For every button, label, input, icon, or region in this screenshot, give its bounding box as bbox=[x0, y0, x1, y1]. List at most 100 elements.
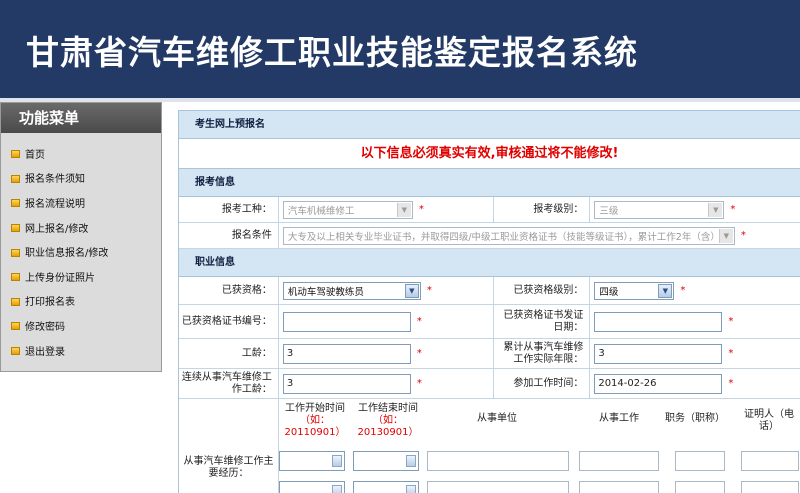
seniority-input[interactable]: 3 bbox=[282, 343, 411, 364]
start-date-input[interactable] bbox=[279, 481, 345, 493]
chevron-down-icon: ▼ bbox=[718, 228, 733, 243]
exam-info-title: 报考信息 bbox=[179, 169, 800, 197]
required-mark: * bbox=[418, 204, 424, 215]
calendar-icon[interactable] bbox=[406, 485, 416, 493]
years-field: 3 * bbox=[590, 339, 800, 368]
post-input[interactable] bbox=[675, 451, 725, 471]
level-label: 报考级别： bbox=[494, 197, 591, 222]
calendar-icon[interactable] bbox=[332, 485, 342, 493]
work-content-input[interactable] bbox=[579, 451, 659, 471]
experience-header: 工作开始时间 （如：20110901） 工作结束时间 （如：20130901） … bbox=[279, 399, 800, 447]
sidebar-item-label: 网上报名/修改 bbox=[25, 223, 89, 235]
sidebar-item-job-info[interactable]: 职业信息报名/修改 bbox=[1, 239, 161, 264]
start-date-input[interactable] bbox=[279, 451, 345, 471]
sidebar-item-print-form[interactable]: 打印报名表 bbox=[1, 289, 161, 314]
folder-icon bbox=[11, 322, 20, 331]
sidebar-item-logout[interactable]: 退出登录 bbox=[1, 338, 161, 363]
job-info-title: 职业信息 bbox=[179, 249, 800, 277]
required-mark: * bbox=[680, 285, 686, 296]
required-mark: * bbox=[740, 230, 746, 241]
col-start-hint: （如：20110901） bbox=[284, 415, 346, 438]
cert-number-input[interactable] bbox=[282, 311, 411, 332]
required-mark: * bbox=[416, 316, 422, 327]
col-work-header: 从事工作 bbox=[599, 413, 639, 424]
sidebar-item-online-signup[interactable]: 网上报名/修改 bbox=[1, 215, 161, 240]
condition-field: 大专及以上相关专业毕业证书，并取得四级/中级工职业资格证书（技能等级证书），累计… bbox=[279, 223, 800, 248]
cert-date-input[interactable] bbox=[594, 311, 723, 332]
start-work-date-input[interactable]: 2014-02-26 bbox=[594, 373, 723, 394]
condition-select[interactable]: 大专及以上相关专业毕业证书，并取得四级/中级工职业资格证书（技能等级证书），累计… bbox=[282, 226, 735, 245]
experience-section: 从事汽车维修工作主要经历： 工作开始时间 （如：20110901） 工作结束时间… bbox=[179, 399, 800, 493]
sidebar-item-upload-id-photo[interactable]: 上传身份证照片 bbox=[1, 264, 161, 289]
cert-row: 已获资格证书编号： * 已获资格证书发证日期： * bbox=[179, 305, 800, 339]
sidebar-item-conditions[interactable]: 报名条件须知 bbox=[1, 166, 161, 191]
cert-no-label: 已获资格证书编号： bbox=[179, 305, 279, 338]
sidebar-item-process[interactable]: 报名流程说明 bbox=[1, 190, 161, 215]
seniority-label: 工龄： bbox=[179, 339, 279, 368]
calendar-icon[interactable] bbox=[332, 455, 342, 467]
folder-icon bbox=[11, 174, 20, 183]
work-content-input[interactable] bbox=[579, 481, 659, 493]
qualification-row: 已获资格： 机动车驾驶教练员 ▼ * 已获资格级别： 四级 ▼ * bbox=[179, 277, 800, 305]
col-witness-header: 证明人（电话） bbox=[744, 409, 794, 432]
condition-select-value: 大专及以上相关专业毕业证书，并取得四级/中级工职业资格证书（技能等级证书），累计… bbox=[287, 231, 720, 243]
qualification-select-value: 机动车驾驶教练员 bbox=[287, 286, 364, 298]
required-mark: * bbox=[728, 378, 734, 389]
qualification-level-select[interactable]: 四级 ▼ bbox=[594, 281, 675, 300]
col-end-title: 工作结束时间 bbox=[358, 403, 418, 414]
required-mark: * bbox=[416, 378, 422, 389]
job-label: 报考工种： bbox=[179, 197, 279, 222]
required-mark: * bbox=[728, 316, 734, 327]
repair-years-input[interactable]: 3 bbox=[594, 343, 723, 364]
job-field: 汽车机械维修工 ▼ * bbox=[279, 197, 495, 222]
sidebar-menu: 功能菜单 首页 报名条件须知 报名流程说明 网上报名/修改 职业信息报名/修改 … bbox=[0, 102, 162, 372]
seniority-row: 工龄： 3 * 累计从事汽车维修工作实际年限： 3 * bbox=[179, 339, 800, 369]
end-date-input[interactable] bbox=[353, 451, 419, 471]
years-label: 累计从事汽车维修工作实际年限： bbox=[494, 339, 591, 368]
sidebar-item-change-password[interactable]: 修改密码 bbox=[1, 313, 161, 338]
continuous-row: 连续从事汽车维修工作工龄： 3 * 参加工作时间： 2014-02-26 * bbox=[179, 369, 800, 399]
sidebar-list: 首页 报名条件须知 报名流程说明 网上报名/修改 职业信息报名/修改 上传身份证… bbox=[1, 133, 161, 362]
sidebar-item-label: 首页 bbox=[25, 149, 45, 161]
work-unit-input[interactable] bbox=[427, 451, 569, 471]
required-mark: * bbox=[416, 348, 422, 359]
sidebar-item-label: 修改密码 bbox=[25, 321, 65, 333]
level-select[interactable]: 三级 ▼ bbox=[594, 200, 725, 219]
continuous-years-input[interactable]: 3 bbox=[282, 373, 411, 394]
sidebar-item-label: 打印报名表 bbox=[25, 297, 75, 309]
qual-field: 机动车驾驶教练员 ▼ * bbox=[279, 277, 495, 304]
job-select[interactable]: 汽车机械维修工 ▼ bbox=[282, 200, 413, 219]
witness-input[interactable] bbox=[741, 481, 799, 493]
registration-form: 考生网上预报名 以下信息必须真实有效,审核通过将不能修改! 报考信息 报考工种：… bbox=[178, 110, 800, 493]
end-date-input[interactable] bbox=[353, 481, 419, 493]
cont-years-field: 3 * bbox=[279, 369, 495, 398]
sidebar-item-label: 职业信息报名/修改 bbox=[25, 248, 109, 260]
qual-label: 已获资格： bbox=[179, 277, 279, 304]
cont-years-label: 连续从事汽车维修工作工龄： bbox=[179, 369, 279, 398]
folder-icon bbox=[11, 273, 20, 282]
witness-input[interactable] bbox=[741, 451, 799, 471]
calendar-icon[interactable] bbox=[406, 455, 416, 467]
sidebar-title: 功能菜单 bbox=[1, 103, 161, 133]
col-start-header: 工作开始时间 （如：20110901） bbox=[279, 403, 351, 439]
col-post-header: 职务（职称） bbox=[665, 413, 725, 424]
seniority-field: 3 * bbox=[279, 339, 495, 368]
sidebar-item-label: 上传身份证照片 bbox=[25, 272, 95, 284]
folder-icon bbox=[11, 150, 20, 159]
cert-date-label: 已获资格证书发证日期： bbox=[494, 305, 591, 338]
sidebar-item-home[interactable]: 首页 bbox=[1, 141, 161, 166]
site-title: 甘肃省汽车维修工职业技能鉴定报名系统 bbox=[26, 33, 638, 72]
job-select-value: 汽车机械维修工 bbox=[287, 205, 355, 217]
folder-icon bbox=[11, 224, 20, 233]
exam-job-row: 报考工种： 汽车机械维修工 ▼ * 报考级别： 三级 ▼ * bbox=[179, 197, 800, 223]
qualification-select[interactable]: 机动车驾驶教练员 ▼ bbox=[282, 281, 421, 300]
folder-icon bbox=[11, 199, 20, 208]
folder-icon bbox=[11, 347, 20, 356]
level-select-value: 三级 bbox=[599, 205, 619, 217]
notice-text: 以下信息必须真实有效,审核通过将不能修改! bbox=[179, 139, 800, 169]
condition-label: 报名条件 bbox=[179, 223, 279, 248]
chevron-down-icon: ▼ bbox=[404, 283, 419, 298]
cert-date-field: * bbox=[590, 305, 800, 338]
work-unit-input[interactable] bbox=[427, 481, 569, 493]
post-input[interactable] bbox=[675, 481, 725, 493]
